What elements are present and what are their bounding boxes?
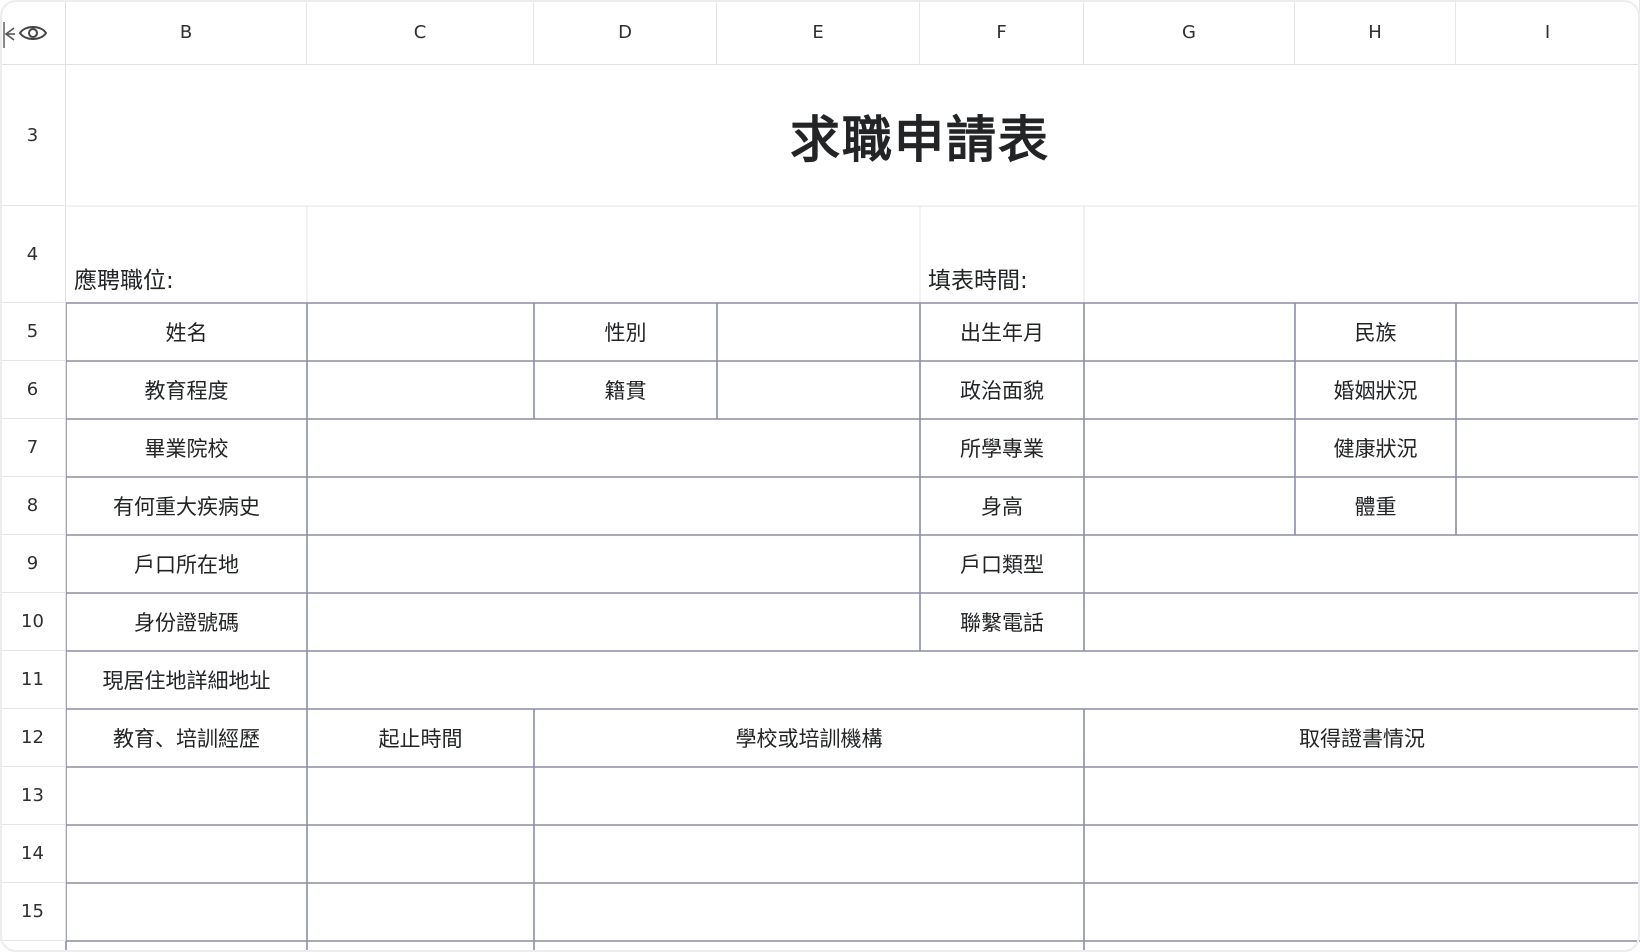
phone-label[interactable]: 聯繫電話 (920, 593, 1084, 651)
education-label[interactable]: 教育程度 (66, 361, 307, 419)
row-header-8[interactable]: 8 (0, 477, 66, 535)
period-label[interactable]: 起止時間 (307, 709, 534, 767)
position-label[interactable]: 應聘職位: (66, 206, 307, 303)
row-header-13[interactable]: 13 (0, 767, 66, 825)
school-label[interactable]: 畢業院校 (66, 419, 307, 477)
height-label[interactable]: 身高 (920, 477, 1084, 535)
height-value-cell[interactable] (1084, 477, 1295, 535)
weight-label[interactable]: 體重 (1295, 477, 1456, 535)
training-row-13-b[interactable] (66, 767, 307, 825)
column-header-c[interactable]: C (307, 0, 534, 65)
training-row-14-c[interactable] (307, 825, 534, 883)
spreadsheet: B C D E F G H I 3 4 5 6 7 8 9 10 11 12 1… (0, 0, 1640, 952)
row-header-4[interactable]: 4 (0, 206, 66, 303)
medical-history-label[interactable]: 有何重大疾病史 (66, 477, 307, 535)
column-header-h[interactable]: H (1295, 0, 1456, 65)
native-place-label[interactable]: 籍貫 (534, 361, 717, 419)
row-header-10[interactable]: 10 (0, 593, 66, 651)
major-label[interactable]: 所學專業 (920, 419, 1084, 477)
school-value-cell[interactable] (307, 419, 920, 477)
household-type-label[interactable]: 戶口類型 (920, 535, 1084, 593)
certificates-label[interactable]: 取得證書情況 (1084, 709, 1640, 767)
column-header-i[interactable]: I (1456, 0, 1640, 65)
sheet-corner[interactable] (0, 0, 66, 65)
column-header-e[interactable]: E (717, 0, 920, 65)
household-type-value-cell[interactable] (1084, 535, 1640, 593)
ethnicity-value-cell[interactable] (1456, 303, 1640, 361)
training-history-label[interactable]: 教育、培訓經歷 (66, 709, 307, 767)
column-header-d[interactable]: D (534, 0, 717, 65)
row-header-3[interactable]: 3 (0, 65, 66, 206)
major-value-cell[interactable] (1084, 419, 1295, 477)
row-header-9[interactable]: 9 (0, 535, 66, 593)
column-header-b[interactable]: B (66, 0, 307, 65)
training-row-15-b[interactable] (66, 883, 307, 941)
fill-time-label[interactable]: 填表時間: (920, 206, 1084, 303)
training-row-15-c[interactable] (307, 883, 534, 941)
training-row-14-b[interactable] (66, 825, 307, 883)
gender-label[interactable]: 性別 (534, 303, 717, 361)
training-row-15-g[interactable] (1084, 883, 1640, 941)
institution-label[interactable]: 學校或培訓機構 (534, 709, 1084, 767)
row-header-11[interactable]: 11 (0, 651, 66, 709)
gender-value-cell[interactable] (717, 303, 920, 361)
column-header-f[interactable]: F (920, 0, 1084, 65)
row-header-14[interactable]: 14 (0, 825, 66, 883)
medical-history-value-cell[interactable] (307, 477, 920, 535)
position-value-cell[interactable] (307, 206, 920, 303)
row-header-5[interactable]: 5 (0, 303, 66, 361)
household-location-value-cell[interactable] (307, 535, 920, 593)
phone-value-cell[interactable] (1084, 593, 1640, 651)
id-number-label[interactable]: 身份證號碼 (66, 593, 307, 651)
name-label[interactable]: 姓名 (66, 303, 307, 361)
household-location-label[interactable]: 戶口所在地 (66, 535, 307, 593)
weight-value-cell[interactable] (1456, 477, 1640, 535)
training-row-14-g[interactable] (1084, 825, 1640, 883)
address-label[interactable]: 現居住地詳細地址 (66, 651, 307, 709)
political-status-value-cell[interactable] (1084, 361, 1295, 419)
marital-status-value-cell[interactable] (1456, 361, 1640, 419)
birth-label[interactable]: 出生年月 (920, 303, 1084, 361)
fill-time-value-cell[interactable] (1084, 206, 1640, 303)
eye-icon[interactable] (18, 22, 48, 44)
political-status-label[interactable]: 政治面貌 (920, 361, 1084, 419)
name-value-cell[interactable] (307, 303, 534, 361)
birth-value-cell[interactable] (1084, 303, 1295, 361)
training-row-13-g[interactable] (1084, 767, 1640, 825)
id-number-value-cell[interactable] (307, 593, 920, 651)
row-header-15[interactable]: 15 (0, 883, 66, 941)
health-value-cell[interactable] (1456, 419, 1640, 477)
row-header-6[interactable]: 6 (0, 361, 66, 419)
training-row-14-d[interactable] (534, 825, 1084, 883)
row-header-12[interactable]: 12 (0, 709, 66, 767)
column-header-g[interactable]: G (1084, 0, 1295, 65)
form-title[interactable]: 求職申請表 (66, 65, 1640, 206)
training-row-13-d[interactable] (534, 767, 1084, 825)
native-place-value-cell[interactable] (717, 361, 920, 419)
education-value-cell[interactable] (307, 361, 534, 419)
training-row-15-d[interactable] (534, 883, 1084, 941)
ethnicity-label[interactable]: 民族 (1295, 303, 1456, 361)
marital-status-label[interactable]: 婚姻狀況 (1295, 361, 1456, 419)
training-row-13-c[interactable] (307, 767, 534, 825)
collapse-arrow-icon[interactable] (2, 20, 16, 50)
health-label[interactable]: 健康狀況 (1295, 419, 1456, 477)
row-header-7[interactable]: 7 (0, 419, 66, 477)
address-value-cell[interactable] (307, 651, 1640, 709)
